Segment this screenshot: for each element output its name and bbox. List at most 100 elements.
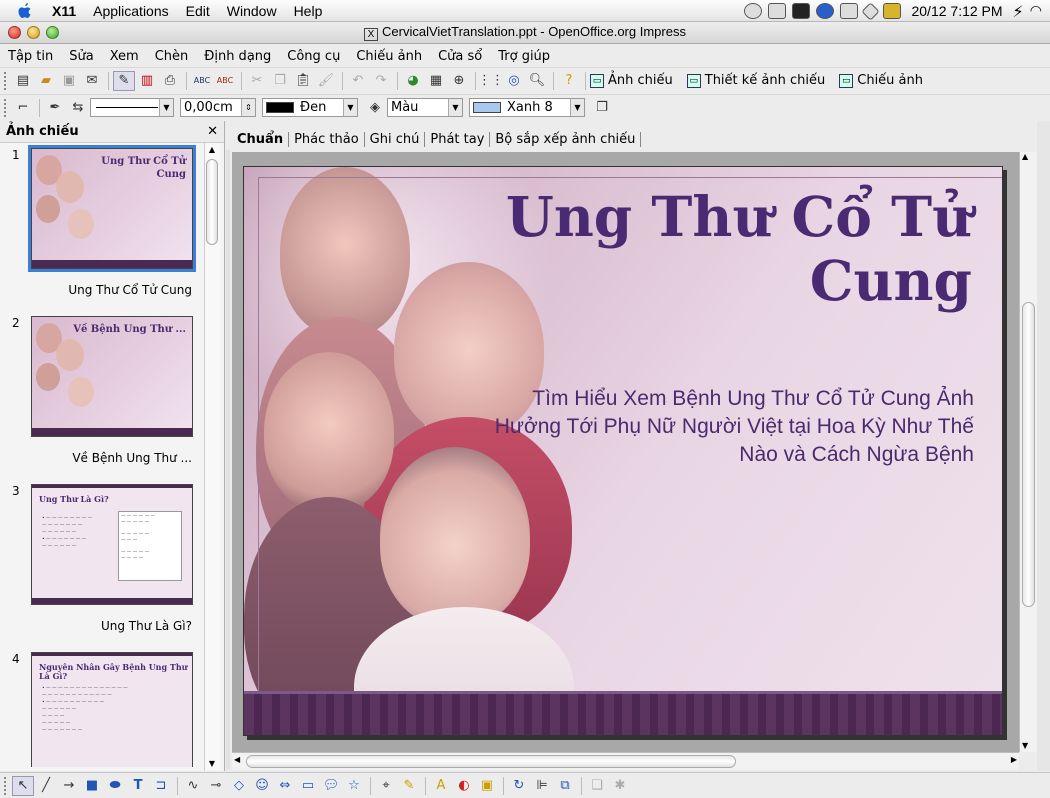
arrow-style-icon[interactable]: ⇆ bbox=[67, 98, 89, 118]
arrange-icon[interactable]: ⧉ bbox=[554, 776, 576, 796]
export-pdf-icon[interactable]: ▥ bbox=[136, 71, 158, 91]
menu-format[interactable]: Định dạng bbox=[204, 49, 271, 64]
edit-file-icon[interactable]: ✎ bbox=[113, 70, 135, 91]
window-titlebar[interactable]: X CervicalVietTranslation.ppt - OpenOffic… bbox=[0, 22, 1050, 44]
close-pane-icon[interactable]: ✕ bbox=[207, 124, 218, 139]
ellipse-icon[interactable]: ⬬ bbox=[104, 776, 126, 796]
area-color-select[interactable]: Xanh 8 ▼ bbox=[469, 98, 585, 117]
select-arrow-icon[interactable]: ↖ bbox=[12, 775, 34, 796]
3d-effects-icon[interactable]: ❏ bbox=[586, 776, 608, 796]
spellcheck-icon[interactable]: ABC bbox=[191, 71, 213, 91]
horizontal-scrollbar[interactable]: ◀ ▶ bbox=[232, 752, 1019, 770]
extrusion-icon[interactable]: ✱ bbox=[609, 776, 631, 796]
pane-splitter[interactable] bbox=[226, 150, 230, 770]
tab-outline[interactable]: Phác thảo bbox=[289, 131, 365, 147]
rectangle-icon[interactable]: ■ bbox=[81, 776, 103, 796]
line-style-select[interactable]: ▼ bbox=[90, 98, 174, 117]
mac-menu-edit[interactable]: Edit bbox=[186, 3, 210, 19]
slide-subtitle[interactable]: Tìm Hiểu Xem Bệnh Ung Thư Cổ Tử Cung Ảnh… bbox=[474, 385, 974, 469]
points-icon[interactable]: ⌖ bbox=[375, 776, 397, 796]
copy-icon[interactable]: ❐ bbox=[269, 71, 291, 91]
line-color-select[interactable]: Đen ▼ bbox=[262, 98, 358, 117]
arrow-line-icon[interactable]: → bbox=[58, 776, 80, 796]
menu-edit[interactable]: Sửa bbox=[69, 49, 93, 64]
scroll-up-icon[interactable]: ▲ bbox=[1022, 152, 1028, 161]
zoom-icon[interactable]: 🔍︎ bbox=[526, 71, 548, 91]
from-file-icon[interactable]: ◐ bbox=[453, 776, 475, 796]
right-dock-edge[interactable] bbox=[1037, 121, 1050, 771]
apple-menu-icon[interactable] bbox=[14, 2, 36, 20]
paste-icon[interactable]: 📋︎ bbox=[292, 71, 314, 91]
chevron-down-icon[interactable]: ▼ bbox=[159, 99, 173, 116]
toolbar-grip[interactable] bbox=[4, 71, 8, 90]
toolbar-grip[interactable] bbox=[4, 776, 8, 795]
callouts-icon[interactable]: 💬︎ bbox=[320, 776, 342, 796]
horizontal-scroll-thumb[interactable] bbox=[246, 755, 736, 768]
wifi-icon[interactable]: ◠ bbox=[1030, 3, 1042, 19]
menu-tools[interactable]: Công cụ bbox=[287, 49, 340, 64]
block-arrows-icon[interactable]: ⇔ bbox=[274, 776, 296, 796]
gallery-icon[interactable]: ▣ bbox=[476, 776, 498, 796]
scroll-thumb[interactable] bbox=[206, 159, 218, 245]
fontwork-icon[interactable]: A bbox=[430, 776, 452, 796]
slide-canvas[interactable]: Ung Thư Cổ Tử Cung Tìm Hiểu Xem Bệnh Ung… bbox=[243, 166, 1003, 736]
cut-icon[interactable]: ✂ bbox=[246, 71, 268, 91]
slide-thumbnail-1[interactable]: 1 Ung Thư Cổ Tử Cung Ung Thư Cổ Tử Cung bbox=[0, 145, 204, 313]
chevron-down-icon[interactable]: ▼ bbox=[570, 99, 584, 116]
slide-title[interactable]: Ung Thư Cổ Tử Cung bbox=[492, 185, 972, 313]
print-icon[interactable]: ⎙ bbox=[159, 71, 181, 91]
slide-button[interactable]: ▭ Ảnh chiếu bbox=[590, 73, 673, 88]
connector-icon[interactable]: ⊐ bbox=[150, 776, 172, 796]
tab-notes[interactable]: Ghi chú bbox=[365, 131, 426, 147]
slide-thumbnail-3[interactable]: 3 Ung Thư Là Gì? • — — — — — — — — — — — … bbox=[0, 481, 204, 649]
slide-thumbnail-4[interactable]: 4 Nguyên Nhân Gây Bệnh Ung Thư Là Gì? • … bbox=[0, 649, 204, 767]
menu-help[interactable]: Trợ giúp bbox=[498, 49, 550, 64]
scroll-up-icon[interactable]: ▲ bbox=[205, 143, 219, 157]
redo-icon[interactable]: ↷ bbox=[370, 71, 392, 91]
chart-icon[interactable]: ◕ bbox=[402, 71, 424, 91]
slide-thumbnail-2[interactable]: 2 Về Bệnh Ung Thư ... Về Bệnh Ung Thư ..… bbox=[0, 313, 204, 481]
scroll-left-icon[interactable]: ◀ bbox=[234, 755, 240, 764]
tab-normal[interactable]: Chuẩn bbox=[232, 131, 290, 147]
mac-menu-window[interactable]: Window bbox=[227, 3, 277, 19]
autospell-icon[interactable]: ABC bbox=[214, 71, 236, 91]
menu-slideshow[interactable]: Chiếu ảnh bbox=[356, 49, 422, 64]
chevron-down-icon[interactable]: ▼ bbox=[343, 99, 357, 116]
scroll-right-icon[interactable]: ▶ bbox=[1011, 755, 1017, 764]
line-icon[interactable]: ╱ bbox=[35, 776, 57, 796]
vertical-scroll-thumb[interactable] bbox=[1022, 302, 1035, 607]
mac-menu-help[interactable]: Help bbox=[294, 3, 323, 19]
stars-icon[interactable]: ☆ bbox=[343, 776, 365, 796]
email-icon[interactable]: ✉ bbox=[81, 71, 103, 91]
slides-pane-scrollbar[interactable]: ▲ ▼ bbox=[204, 143, 220, 771]
menubar-clock[interactable]: 20/12 7:12 PM bbox=[911, 3, 1002, 19]
menu-window[interactable]: Cửa sổ bbox=[438, 49, 482, 64]
draw-functions-icon[interactable]: ◎ bbox=[503, 71, 525, 91]
save-icon[interactable]: ▣ bbox=[58, 71, 80, 91]
area-style-select[interactable]: Màu ▼ bbox=[387, 98, 463, 117]
open-folder-icon[interactable]: ▰ bbox=[35, 71, 57, 91]
glue-points-icon[interactable]: ✎ bbox=[398, 776, 420, 796]
display-icon[interactable] bbox=[840, 3, 859, 19]
flowchart-icon[interactable]: ▭ bbox=[297, 776, 319, 796]
line-pen-icon[interactable]: ✒ bbox=[44, 98, 66, 118]
stepper-icon[interactable]: ⇕ bbox=[241, 99, 255, 116]
line-width-field[interactable]: 0,00cm ⇕ bbox=[180, 98, 256, 117]
plus-icon[interactable] bbox=[883, 3, 902, 19]
tab-slide-sorter[interactable]: Bộ sắp xếp ảnh chiếu bbox=[490, 131, 642, 147]
format-paintbrush-icon[interactable]: 🖌︎ bbox=[315, 71, 337, 91]
vertical-scrollbar[interactable]: ▲ ▼ bbox=[1019, 152, 1037, 752]
grid-icon[interactable]: ⋮⋮ bbox=[478, 71, 504, 91]
chevron-down-icon[interactable]: ▼ bbox=[448, 99, 462, 116]
toolbar-grip[interactable] bbox=[4, 98, 8, 117]
menu-view[interactable]: Xem bbox=[110, 49, 139, 64]
scroll-down-icon[interactable]: ▼ bbox=[1022, 741, 1028, 750]
tab-handout[interactable]: Phát tay bbox=[425, 131, 491, 147]
table-icon[interactable]: ▦ bbox=[425, 71, 447, 91]
align-icon[interactable]: ⊫ bbox=[531, 776, 553, 796]
scroll-down-icon[interactable]: ▼ bbox=[205, 757, 219, 771]
connector-tool-icon[interactable]: ⊸ bbox=[205, 776, 227, 796]
battery-icon[interactable]: ⚡ bbox=[1013, 2, 1024, 21]
menu-file[interactable]: Tập tin bbox=[8, 49, 53, 64]
eject-icon[interactable] bbox=[792, 3, 811, 19]
